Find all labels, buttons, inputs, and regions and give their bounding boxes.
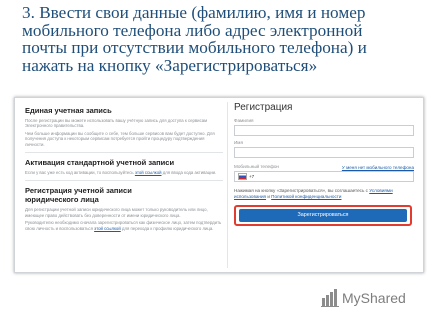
activation-text: Если у вас уже есть код активации, то во… [25, 170, 223, 175]
russia-flag-icon [238, 173, 247, 180]
single-account-text-2: Чем больше информации вы сообщите о себе… [25, 130, 215, 147]
single-account-text-1: После регистрации вы можете использовать… [25, 118, 208, 129]
register-button[interactable]: Зарегистрироваться [239, 208, 407, 222]
legal-entity-text-1: Для регистрации учетной записи юридическ… [25, 207, 208, 218]
heading-line-1: 3. Ввести свои данные (фамилию, имя и но… [22, 3, 366, 22]
legal-title-line-2: юридического лица [25, 195, 99, 205]
surname-input[interactable] [234, 125, 414, 136]
no-phone-link[interactable]: У меня нет мобильного телефона [342, 165, 414, 170]
legal-entity-link[interactable]: этой ссылкой [94, 226, 121, 231]
single-account-title: Единая учетная запись [25, 106, 112, 115]
legal-entity-text-2: Руководителю необходимо сначала зарегист… [25, 220, 223, 231]
slide-heading: 3. Ввести свои данные (фамилию, имя и но… [22, 4, 422, 74]
consent-mid: и [267, 193, 270, 199]
info-panel: Единая учетная запись После регистрации … [25, 106, 223, 233]
legal-entity-title: Регистрация учетной записи юридического … [25, 186, 223, 204]
divider [25, 180, 223, 182]
activation-title: Активация стандартной учетной записи [25, 158, 175, 168]
consent-before: Нажимая на кнопку «Зарегистрироваться», … [234, 188, 368, 193]
activation-link[interactable]: этой ссылкой [135, 170, 162, 175]
divider [25, 152, 223, 154]
heading-line-2: мобильного телефона либо адрес электронн… [22, 20, 363, 40]
heading-line-4: нажать на кнопку «Зарегистрироваться» [22, 55, 318, 75]
heading-line-3: почты при отсутствии мобильного телефона… [22, 38, 367, 57]
button-highlight: Зарегистрироваться [234, 204, 412, 226]
surname-label: Фамилия [234, 118, 254, 123]
name-label: Имя [234, 140, 243, 145]
phone-label: Мобильный телефон [234, 164, 279, 169]
phone-country-code: +7 [249, 174, 255, 179]
myshared-brand-name: MyShared [342, 290, 406, 306]
registration-screenshot: Единая учетная запись После регистрации … [14, 97, 424, 273]
myshared-logo-icon [321, 289, 339, 307]
legal-text-after: для перехода к профилю юридического лица… [121, 225, 214, 231]
consent-text: Нажимая на кнопку «Зарегистрироваться», … [234, 188, 416, 200]
privacy-link[interactable]: Политикой конфиденциальности [271, 194, 341, 199]
myshared-watermark: MyShared [321, 288, 421, 308]
registration-form: Регистрация Фамилия Имя Мобильный телефо… [227, 102, 422, 268]
phone-input[interactable]: +7 [234, 171, 414, 182]
name-input[interactable] [234, 147, 414, 158]
phone-label-row: Мобильный телефон У меня нет мобильного … [234, 164, 414, 170]
legal-title-line-1: Регистрация учетной записи [25, 186, 132, 196]
form-title: Регистрация [234, 102, 293, 113]
activation-text-before: Если у вас уже есть код активации, то во… [25, 170, 134, 176]
activation-text-after: для ввода кода активации. [162, 170, 217, 176]
